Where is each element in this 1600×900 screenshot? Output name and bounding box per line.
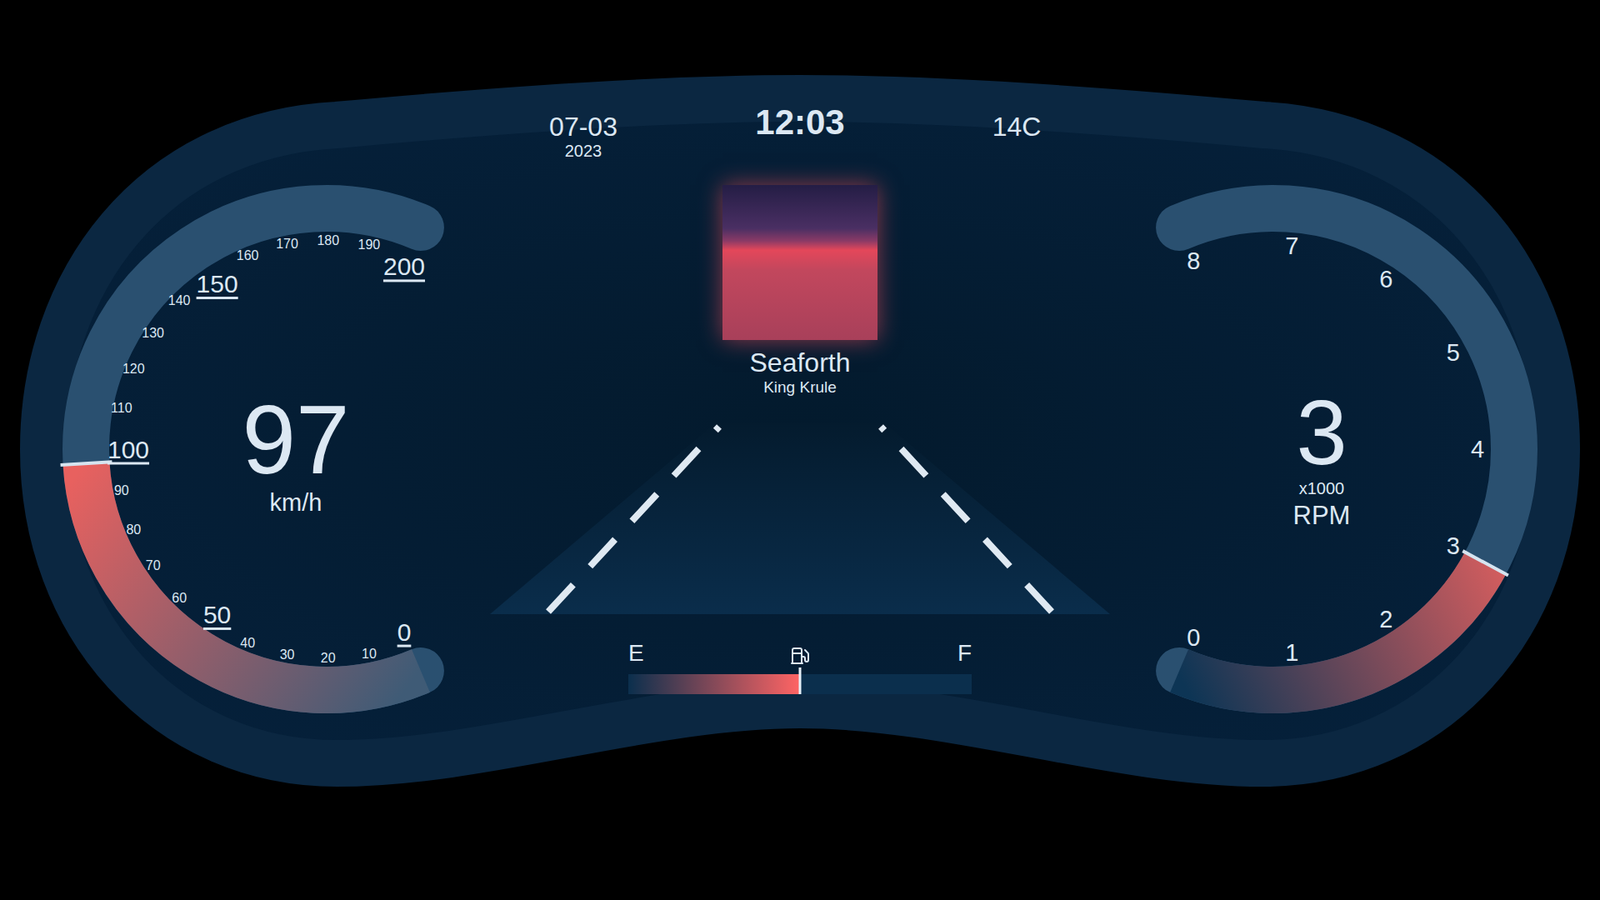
fuel-marker: [799, 667, 802, 695]
rpm-value: 3: [1295, 380, 1347, 484]
center-panel: 07-03202312:0314CSeaforthKing KruleEF: [466, 0, 1134, 900]
fuel-bar: [628, 674, 972, 695]
tick-label: 110: [110, 400, 133, 415]
gauge-needle: [60, 461, 113, 465]
major-tick-label: 0: [397, 618, 412, 646]
date: 07-032023: [549, 101, 618, 160]
instrument-cluster: 0102030405060708090100110120130140150160…: [0, 0, 1600, 900]
clock: 12:03: [755, 101, 845, 144]
tick-label: 120: [122, 361, 145, 376]
tick-label: 140: [168, 293, 191, 308]
tick-label: 130: [141, 325, 165, 340]
tick-label: 70: [145, 558, 161, 573]
speed-unit: km/h: [270, 489, 323, 516]
tick-label: 190: [358, 237, 381, 252]
date-day: 07-03: [549, 111, 618, 142]
fuel-full-label: F: [957, 639, 972, 668]
tick-label: 2: [1379, 605, 1393, 633]
lane-line: [548, 426, 720, 612]
song-title: Seaforth: [750, 346, 851, 379]
tick-label: 160: [236, 248, 260, 263]
fuel-pump-icon: [790, 645, 810, 666]
tick-label: 0: [1186, 624, 1200, 651]
gauge-track: [1179, 208, 1515, 690]
tick-label: 10: [361, 646, 377, 661]
gauge-needle: [1462, 550, 1509, 575]
tick-label: 5: [1446, 339, 1460, 366]
tick-label: 3: [1446, 532, 1460, 560]
tick-label: 60: [171, 590, 187, 605]
tick-label: 1: [1285, 639, 1299, 666]
tick-label: 20: [320, 650, 336, 665]
major-tick-label: 50: [203, 600, 231, 629]
gauge-fill: [86, 463, 421, 690]
song-artist: King Krule: [763, 378, 837, 397]
rpm-unit: RPM: [1293, 500, 1351, 530]
lane-view: [490, 423, 1110, 615]
major-tick-label: 100: [107, 435, 150, 464]
gauge-fill: [1179, 563, 1485, 690]
date-year: 2023: [565, 141, 603, 160]
tick-label: 8: [1186, 247, 1200, 275]
tick-label: 170: [275, 236, 299, 251]
tick-label: 30: [280, 647, 295, 662]
tick-label: 80: [125, 522, 141, 537]
speed-value: 97: [241, 385, 350, 495]
lane-line: [880, 426, 1052, 612]
tick-label: 7: [1285, 232, 1299, 260]
temperature: 14C: [992, 101, 1042, 142]
status-bar: 07-032023 12:03 14C: [475, 101, 1125, 160]
tick-label: 40: [240, 635, 255, 650]
major-tick-label: 200: [383, 252, 425, 280]
gauge-track: [85, 208, 421, 690]
fuel-empty-label: E: [628, 639, 645, 668]
fuel-fill: [628, 674, 800, 695]
speedometer: 0 10 20 30 40 50 60 70 80 90 100 110 120 130 140 150 160…: [0, 0, 467, 900]
road-surface: [490, 423, 1110, 615]
fuel-gauge: EF: [628, 639, 972, 695]
tachometer: 0123456783x1000RPM: [1133, 0, 1600, 900]
major-tick-label: 150: [196, 270, 239, 298]
tick-label: 4: [1470, 435, 1485, 463]
tick-label: 180: [316, 233, 340, 248]
tick-label: 6: [1379, 265, 1393, 293]
rpm-multiplier: x1000: [1299, 479, 1345, 498]
album-art[interactable]: [722, 185, 878, 340]
tick-label: 90: [114, 483, 130, 498]
